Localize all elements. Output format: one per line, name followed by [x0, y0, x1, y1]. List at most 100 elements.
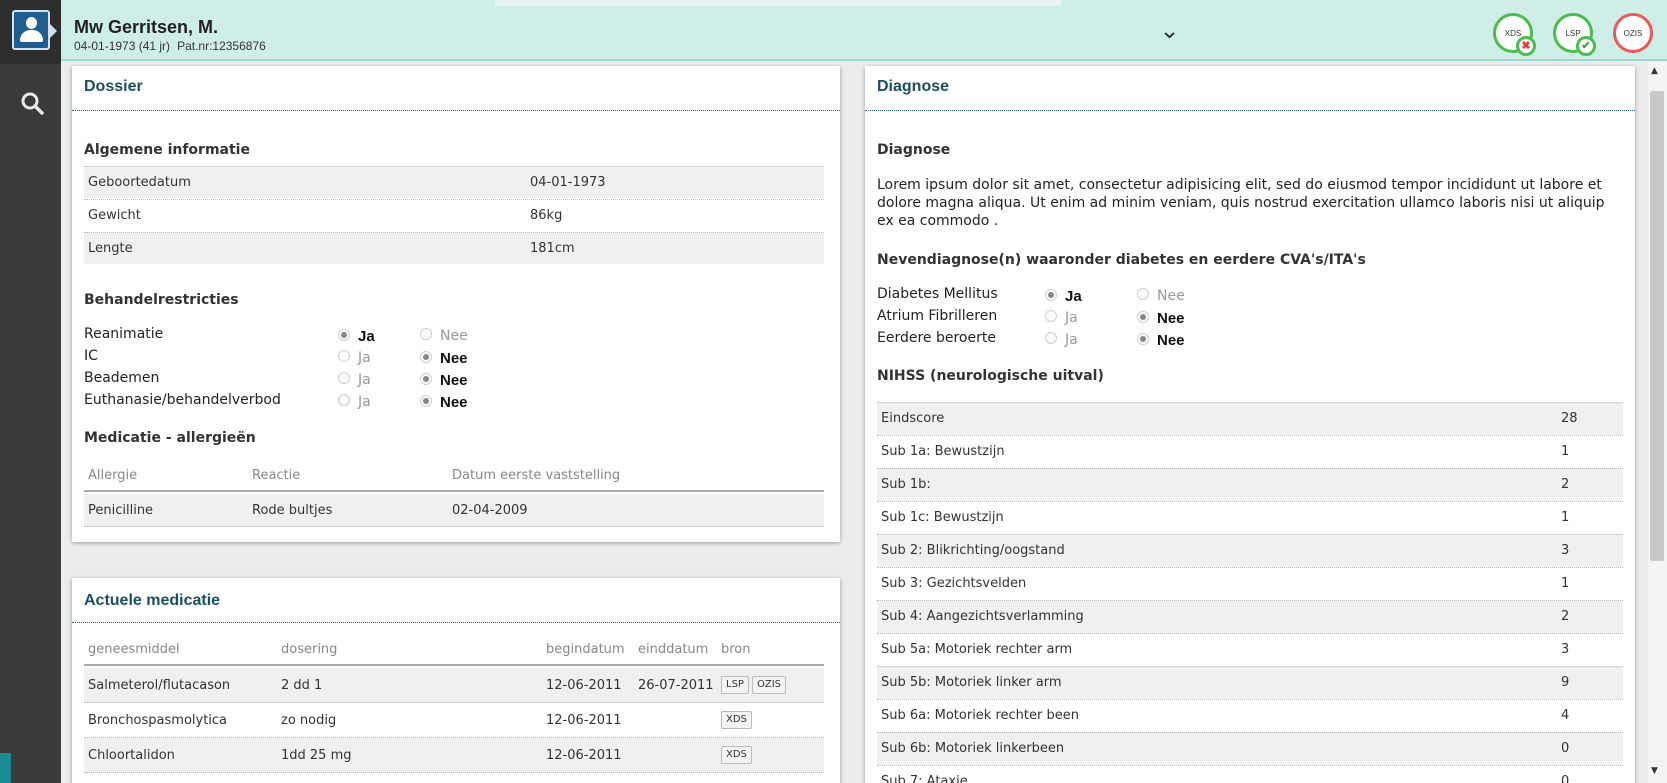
table-row: Sub 4: Aangezichtsverlamming 2	[877, 600, 1623, 633]
info-value: 86kg	[530, 208, 563, 223]
diagnose-title: Diagnose	[877, 78, 950, 95]
radio-option-yes[interactable]: Ja	[338, 368, 371, 388]
radio-option-no[interactable]: Nee	[1137, 284, 1185, 304]
radio-option-label: Ja	[358, 372, 371, 388]
radio-button[interactable]	[338, 394, 350, 406]
radio-option-no[interactable]: Nee	[1137, 328, 1185, 349]
med-col-dose: dosering	[281, 642, 338, 657]
header-notch	[495, 0, 1061, 6]
radio-button[interactable]	[1137, 332, 1149, 345]
left-rail	[0, 0, 61, 783]
scroll-down-icon[interactable]: ▼	[1651, 766, 1658, 776]
radio-button[interactable]	[1045, 332, 1057, 344]
radio-option-no[interactable]: Nee	[420, 346, 468, 367]
radio-button[interactable]	[1045, 288, 1057, 301]
allergy-name: Penicilline	[88, 503, 154, 518]
med-dose: zo nodig	[281, 713, 337, 728]
radio-option-label: Nee	[1157, 332, 1185, 349]
info-value: 04-01-1973	[530, 175, 606, 190]
radio-option-no[interactable]: Nee	[420, 368, 468, 389]
radio-row: Euthanasie/behandelverbod Ja Nee	[84, 390, 504, 411]
nihss-value: 1	[1561, 510, 1570, 525]
ozis-status-badge[interactable]: OZIS	[1613, 13, 1653, 53]
radio-button[interactable]	[420, 328, 432, 340]
radio-option-no[interactable]: Nee	[420, 390, 468, 411]
radio-row-label: Diabetes Mellitus	[877, 286, 998, 302]
radio-option-yes[interactable]: Ja	[338, 390, 371, 410]
radio-option-no[interactable]: Nee	[1137, 306, 1185, 327]
diagnose-divider	[865, 110, 1635, 111]
table-row[interactable]: Salmeterol/flutacason 2 dd 1 12-06-2011 26-…	[84, 668, 824, 703]
radio-button[interactable]	[420, 394, 432, 407]
nihss-label: Sub 1b:	[881, 477, 931, 492]
med-drug: Salmeterol/flutacason	[88, 678, 231, 693]
nihss-value: 1	[1561, 576, 1570, 591]
med-dose: 2 dd 1	[281, 678, 323, 693]
radio-button[interactable]	[420, 372, 432, 385]
radio-option-label: Ja	[1065, 310, 1078, 326]
radio-button[interactable]	[338, 350, 350, 362]
med-col-start: begindatum	[546, 642, 625, 657]
patient-avatar-icon[interactable]	[12, 10, 57, 50]
table-row: Eindscore 28	[877, 402, 1623, 435]
radio-option-label: Ja	[1065, 288, 1082, 305]
radio-option-yes[interactable]: Ja	[1045, 328, 1078, 348]
nihss-value: 1	[1561, 444, 1570, 459]
radio-row-label: IC	[84, 348, 98, 364]
radio-button[interactable]	[420, 350, 432, 363]
allergy-col-reactie: Reactie	[252, 468, 301, 483]
table-row: Sub 1a: Bewustzijn 1	[877, 435, 1623, 468]
radio-row-label: Reanimatie	[84, 326, 164, 342]
source-tag[interactable]: XDS	[721, 711, 752, 729]
nihss-label: Eindscore	[881, 411, 945, 426]
med-col-drug: geneesmiddel	[88, 642, 180, 657]
xds-status-badge[interactable]: XDS ✖	[1493, 13, 1536, 56]
chevron-down-icon[interactable]	[1163, 30, 1176, 40]
table-row: Sub 5a: Motoriek rechter arm 3	[877, 633, 1623, 666]
radio-row-label: Euthanasie/behandelverbod	[84, 392, 281, 408]
radio-row-label: Atrium Fibrilleren	[877, 308, 998, 324]
allergy-col-allergie: Allergie	[88, 468, 138, 483]
lsp-status-badge[interactable]: LSP ✔	[1553, 13, 1596, 56]
radio-option-yes[interactable]: Ja	[338, 324, 375, 345]
radio-option-yes[interactable]: Ja	[1045, 284, 1082, 305]
table-row: Sub 2: Blikrichting/oogstand 3	[877, 534, 1623, 567]
nihss-value: 3	[1561, 642, 1570, 657]
radio-option-label: Nee	[440, 328, 468, 344]
radio-button[interactable]	[338, 372, 350, 384]
table-row: Gewicht 86kg	[84, 199, 824, 231]
scroll-up-icon[interactable]: ▲	[1651, 66, 1658, 76]
radio-option-yes[interactable]: Ja	[1045, 306, 1078, 326]
radio-button[interactable]	[1137, 310, 1149, 323]
med-dose: 1dd 25 mg	[281, 748, 352, 763]
radio-button[interactable]	[1045, 310, 1057, 322]
radio-button[interactable]	[1137, 288, 1149, 300]
source-tag[interactable]: LSP	[721, 676, 749, 694]
search-icon[interactable]	[20, 91, 44, 115]
table-row: Sub 5b: Motoriek linker arm 9	[877, 666, 1623, 699]
table-row[interactable]: Bronchospasmolytica zo nodig 12-06-2011 XDS	[84, 703, 824, 738]
radio-button[interactable]	[338, 328, 350, 341]
table-row: Sub 1c: Bewustzijn 1	[877, 501, 1623, 534]
medication-title: Actuele medicatie	[84, 592, 221, 609]
patient-header: Mw Gerritsen, M. 04-01-1973 (41 jr) Pat.n…	[61, 0, 1667, 61]
dossier-title: Dossier	[84, 78, 143, 95]
source-tag[interactable]: XDS	[721, 746, 752, 764]
radio-option-label: Nee	[440, 394, 468, 411]
source-tag[interactable]: OZIS	[752, 676, 787, 694]
medication-divider	[72, 622, 840, 623]
nihss-title: NIHSS (neurologische uitval)	[877, 368, 1104, 384]
medication-panel: Actuele medicatie geneesmiddel dosering …	[72, 578, 840, 783]
nihss-value: 2	[1561, 609, 1570, 624]
radio-option-label: Nee	[440, 350, 468, 367]
nihss-label: Sub 5a: Motoriek rechter arm	[881, 642, 1073, 657]
med-drug: Chloortalidon	[88, 748, 175, 763]
diagnose-subtitle: Diagnose	[877, 142, 951, 158]
scrollbar-thumb[interactable]	[1650, 91, 1664, 561]
radio-row: Beademen Ja Nee	[84, 368, 504, 389]
table-row[interactable]: Chloortalidon 1dd 25 mg 12-06-2011 XDS	[84, 738, 824, 773]
radio-option-yes[interactable]: Ja	[338, 346, 371, 366]
nihss-value: 0	[1561, 774, 1570, 783]
radio-option-label: Nee	[1157, 288, 1185, 304]
radio-option-no[interactable]: Nee	[420, 324, 468, 344]
